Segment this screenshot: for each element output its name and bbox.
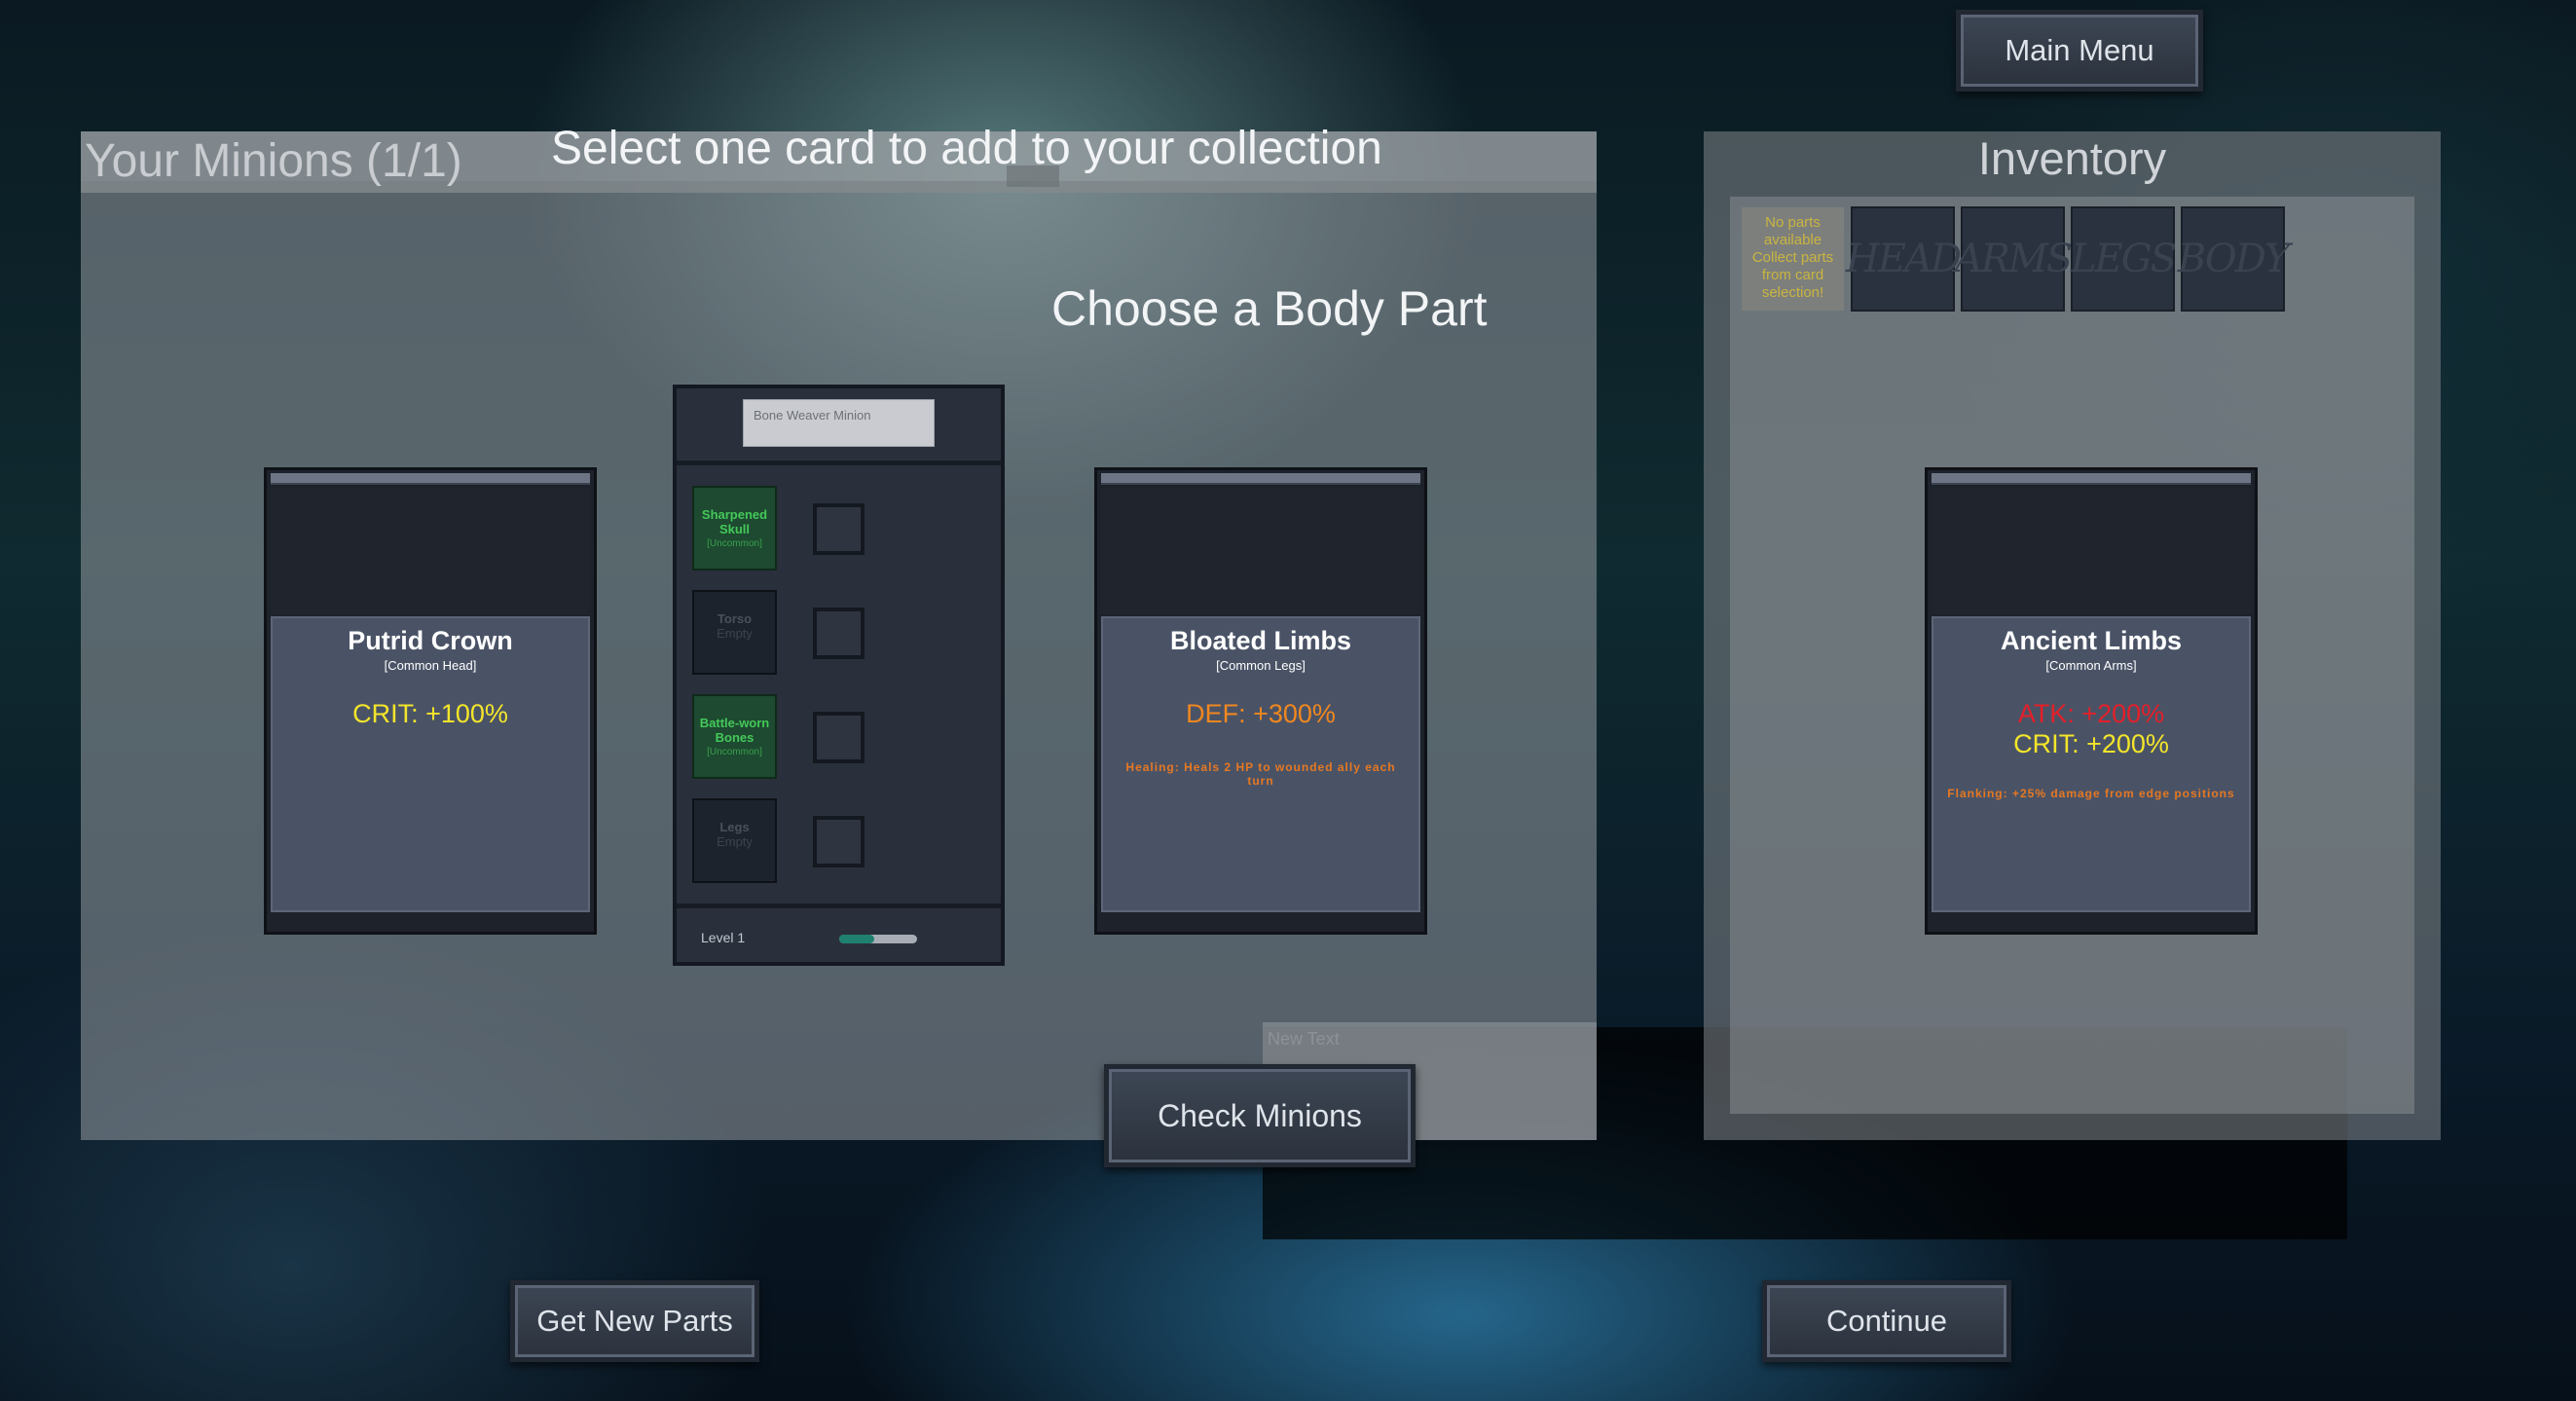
part-name: Sharpened Skull [701, 507, 768, 536]
frame-divider [677, 903, 1001, 908]
level-progress-fill [839, 935, 874, 943]
check-minions-button[interactable]: Check Minions [1104, 1064, 1416, 1167]
part-option-slot[interactable] [813, 503, 865, 555]
filter-head-button[interactable]: HEAD [1846, 206, 1962, 312]
card-ancient-limbs[interactable]: Ancient Limbs [Common Arms] ATK: +200% C… [1925, 467, 2258, 935]
card-stat: CRIT: +100% [352, 699, 508, 728]
part-rarity: [Uncommon] [707, 747, 762, 757]
card-putrid-crown[interactable]: Putrid Crown [Common Head] CRIT: +100% [264, 467, 597, 935]
card-ability: Flanking: +25% damage from edge position… [1947, 787, 2235, 800]
card-rarity: [Common Arms] [2045, 658, 2137, 673]
card-stat: DEF: +300% [1186, 699, 1336, 728]
card-art [1932, 488, 2251, 614]
card-rarity: [Common Head] [384, 658, 477, 673]
part-slot-arms[interactable]: Battle-worn Bones [Uncommon] [692, 694, 777, 779]
card-ability: Healing: Heals 2 HP to wounded ally each… [1125, 760, 1396, 788]
card-top-bar [1101, 473, 1420, 485]
card-name: Putrid Crown [348, 626, 513, 655]
part-name: Battle-worn Bones [699, 716, 770, 745]
frame-divider [677, 461, 1001, 465]
card-art [271, 488, 590, 614]
filter-arms-button[interactable]: ARMS [1955, 206, 2073, 312]
main-menu-button[interactable]: Main Menu [1956, 10, 2203, 92]
card-top-bar [1932, 473, 2251, 485]
part-option-slot[interactable] [813, 712, 865, 763]
get-new-parts-button[interactable]: Get New Parts [510, 1280, 759, 1362]
card-name: Ancient Limbs [2000, 626, 2183, 655]
part-slot-legs[interactable]: Legs Empty [692, 798, 777, 883]
part-slot-torso[interactable]: Torso Empty [692, 590, 777, 675]
inventory-title: Inventory [1977, 132, 2167, 184]
card-rarity: [Common Legs] [1216, 658, 1306, 673]
part-option-slot[interactable] [813, 608, 865, 659]
minions-title: Your Minions (1/1) [85, 135, 462, 187]
continue-button[interactable]: Continue [1762, 1280, 2011, 1362]
filter-legs-button[interactable]: LEGS [2071, 206, 2177, 312]
choose-body-part-title: Choose a Body Part [1051, 281, 1488, 336]
select-card-prompt: Select one card to add to your collectio… [551, 123, 1382, 174]
minion-name-input[interactable]: Bone Weaver Minion [743, 399, 935, 447]
part-status: Empty [717, 626, 753, 641]
level-label: Level 1 [701, 930, 746, 945]
part-rarity: [Uncommon] [707, 538, 762, 549]
card-stat: ATK: +200% [2017, 699, 2165, 728]
part-slot-head[interactable]: Sharpened Skull [Uncommon] [692, 486, 777, 571]
part-name: Legs [719, 820, 750, 834]
part-name: Torso [717, 611, 753, 626]
no-parts-message: No parts available Collect parts from ca… [1742, 207, 1844, 311]
filter-body-button[interactable]: BODY [2178, 206, 2290, 312]
card-top-bar [271, 473, 590, 485]
card-stat: CRIT: +200% [2013, 729, 2169, 758]
card-name: Bloated Limbs [1169, 626, 1352, 655]
new-text-label: New Text [1268, 1029, 1340, 1049]
card-bloated-limbs[interactable]: Bloated Limbs [Common Legs] DEF: +300% H… [1094, 467, 1427, 935]
part-option-slot[interactable] [813, 816, 865, 867]
card-art [1101, 488, 1420, 614]
part-status: Empty [717, 834, 753, 849]
